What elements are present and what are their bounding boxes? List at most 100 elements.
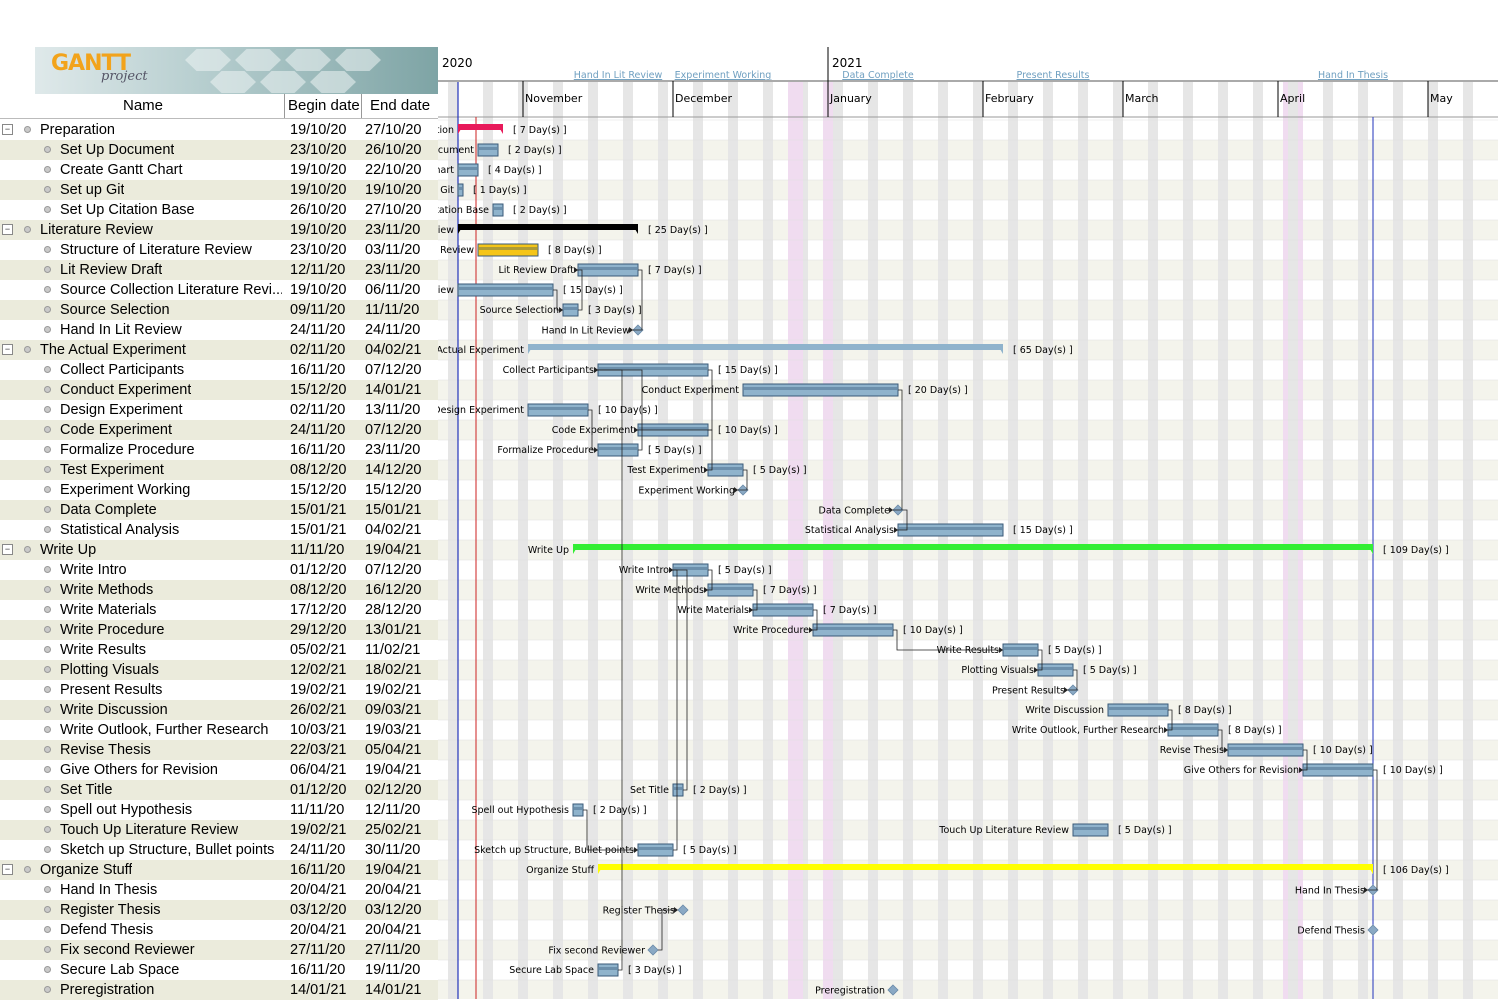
task-row[interactable]: Revise Thesis 22/03/21 05/04/21 — [0, 740, 438, 760]
task-name[interactable]: Structure of Literature Review — [60, 242, 252, 258]
task-name[interactable]: Secure Lab Space — [60, 962, 179, 978]
task-name[interactable]: Conduct Experiment — [60, 382, 191, 398]
task-row[interactable]: Touch Up Literature Review 19/02/21 25/02/… — [0, 820, 438, 840]
task-begin-date[interactable]: 22/03/21 — [290, 742, 346, 758]
task-name[interactable]: Formalize Procedure — [60, 442, 195, 458]
task-begin-date[interactable]: 26/10/20 — [290, 202, 346, 218]
task-begin-date[interactable]: 24/11/20 — [290, 842, 345, 858]
task-end-date[interactable]: 19/04/21 — [365, 542, 421, 558]
task-name[interactable]: Sketch up Structure, Bullet points — [60, 842, 274, 858]
task-name[interactable]: Set up Git — [60, 182, 124, 198]
task-end-date[interactable]: 03/12/20 — [365, 902, 421, 918]
task-row[interactable]: Fix second Reviewer 27/11/20 27/11/20 — [0, 940, 438, 960]
task-begin-date[interactable]: 16/11/20 — [290, 862, 345, 878]
task-begin-date[interactable]: 27/11/20 — [290, 942, 345, 958]
task-name[interactable]: Write Methods — [60, 582, 153, 598]
task-end-date[interactable]: 07/12/20 — [365, 562, 421, 578]
task-end-date[interactable]: 15/01/21 — [365, 502, 421, 518]
task-name[interactable]: Give Others for Revision — [60, 762, 218, 778]
task-begin-date[interactable]: 08/12/20 — [290, 582, 346, 598]
task-row[interactable]: Write Outlook, Further Research 10/03/21 1… — [0, 720, 438, 740]
task-end-date[interactable]: 04/02/21 — [365, 342, 421, 358]
task-row[interactable]: Structure of Literature Review 23/10/20 03… — [0, 240, 438, 260]
task-end-date[interactable]: 13/11/20 — [365, 402, 420, 418]
task-end-date[interactable]: 11/02/21 — [365, 642, 420, 658]
task-begin-date[interactable]: 19/10/20 — [290, 282, 346, 298]
task-end-date[interactable]: 23/11/20 — [365, 262, 420, 278]
task-begin-date[interactable]: 16/11/20 — [290, 962, 345, 978]
task-name[interactable]: Write Materials — [60, 602, 156, 618]
task-end-date[interactable]: 27/10/20 — [365, 122, 421, 138]
task-begin-date[interactable]: 09/11/20 — [290, 302, 345, 318]
task-name[interactable]: Revise Thesis — [60, 742, 151, 758]
task-begin-date[interactable]: 23/10/20 — [290, 142, 346, 158]
task-row[interactable]: Give Others for Revision 06/04/21 19/04/21 — [0, 760, 438, 780]
task-name[interactable]: Hand In Thesis — [60, 882, 157, 898]
task-name[interactable]: Literature Review — [40, 222, 153, 238]
task-end-date[interactable]: 23/11/20 — [365, 222, 420, 238]
task-end-date[interactable]: 07/12/20 — [365, 422, 421, 438]
task-begin-date[interactable]: 16/11/20 — [290, 442, 345, 458]
task-name[interactable]: Collect Participants — [60, 362, 184, 378]
task-begin-date[interactable]: 24/11/20 — [290, 322, 345, 338]
task-end-date[interactable]: 19/04/21 — [365, 762, 421, 778]
task-begin-date[interactable]: 19/10/20 — [290, 182, 346, 198]
task-begin-date[interactable]: 11/11/20 — [290, 542, 344, 558]
task-end-date[interactable]: 22/10/20 — [365, 162, 421, 178]
task-name[interactable]: Statistical Analysis — [60, 522, 179, 538]
task-row[interactable]: Plotting Visuals 12/02/21 18/02/21 — [0, 660, 438, 680]
task-row[interactable]: Register Thesis 03/12/20 03/12/20 — [0, 900, 438, 920]
collapse-toggle-icon[interactable]: − — [2, 544, 13, 555]
task-end-date[interactable]: 19/10/20 — [365, 182, 421, 198]
task-name[interactable]: Test Experiment — [60, 462, 164, 478]
task-begin-date[interactable]: 11/11/20 — [290, 802, 344, 818]
task-name[interactable]: Create Gantt Chart — [60, 162, 183, 178]
task-name[interactable]: Preparation — [40, 122, 115, 138]
task-begin-date[interactable]: 15/12/20 — [290, 382, 346, 398]
task-end-date[interactable]: 09/03/21 — [365, 702, 421, 718]
task-row[interactable]: Test Experiment 08/12/20 14/12/20 — [0, 460, 438, 480]
task-begin-date[interactable]: 05/02/21 — [290, 642, 346, 658]
task-end-date[interactable]: 15/12/20 — [365, 482, 421, 498]
task-end-date[interactable]: 28/12/20 — [365, 602, 421, 618]
task-begin-date[interactable]: 01/12/20 — [290, 562, 346, 578]
collapse-toggle-icon[interactable]: − — [2, 344, 13, 355]
task-begin-date[interactable]: 23/10/20 — [290, 242, 346, 258]
task-begin-date[interactable]: 14/01/21 — [290, 982, 346, 998]
task-name[interactable]: Design Experiment — [60, 402, 183, 418]
column-header-end-date[interactable]: End date — [370, 97, 430, 114]
task-name[interactable]: Write Outlook, Further Research — [60, 722, 268, 738]
task-end-date[interactable]: 20/04/21 — [365, 922, 421, 938]
task-begin-date[interactable]: 02/11/20 — [290, 402, 345, 418]
task-row[interactable]: Collect Participants 16/11/20 07/12/20 — [0, 360, 438, 380]
task-row[interactable]: Set up Git 19/10/20 19/10/20 — [0, 180, 438, 200]
task-end-date[interactable]: 27/10/20 — [365, 202, 421, 218]
task-name[interactable]: Code Experiment — [60, 422, 172, 438]
task-row[interactable]: Experiment Working 15/12/20 15/12/20 — [0, 480, 438, 500]
task-end-date[interactable]: 24/11/20 — [365, 322, 420, 338]
task-begin-date[interactable]: 15/12/20 — [290, 482, 346, 498]
task-name[interactable]: Write Procedure — [60, 622, 165, 638]
task-row[interactable]: Formalize Procedure 16/11/20 23/11/20 — [0, 440, 438, 460]
task-begin-date[interactable]: 20/04/21 — [290, 882, 346, 898]
task-name[interactable]: Data Complete — [60, 502, 157, 518]
task-name[interactable]: The Actual Experiment — [40, 342, 186, 358]
task-group-row[interactable]: − Literature Review 19/10/20 23/11/20 — [0, 220, 438, 240]
task-begin-date[interactable]: 06/04/21 — [290, 762, 346, 778]
task-end-date[interactable]: 07/12/20 — [365, 362, 421, 378]
task-row[interactable]: Write Results 05/02/21 11/02/21 — [0, 640, 438, 660]
task-begin-date[interactable]: 03/12/20 — [290, 902, 346, 918]
task-end-date[interactable]: 03/11/20 — [365, 242, 420, 258]
task-group-row[interactable]: − Write Up 11/11/20 19/04/21 — [0, 540, 438, 560]
collapse-toggle-icon[interactable]: − — [2, 224, 13, 235]
task-end-date[interactable]: 23/11/20 — [365, 442, 420, 458]
task-row[interactable]: Set Up Document 23/10/20 26/10/20 — [0, 140, 438, 160]
task-row[interactable]: Design Experiment 02/11/20 13/11/20 — [0, 400, 438, 420]
task-begin-date[interactable]: 15/01/21 — [290, 502, 346, 518]
task-row[interactable]: Write Materials 17/12/20 28/12/20 — [0, 600, 438, 620]
task-end-date[interactable]: 19/04/21 — [365, 862, 421, 878]
task-begin-date[interactable]: 01/12/20 — [290, 782, 346, 798]
task-row[interactable]: Hand In Thesis 20/04/21 20/04/21 — [0, 880, 438, 900]
task-row[interactable]: Conduct Experiment 15/12/20 14/01/21 — [0, 380, 438, 400]
column-header-begin-date[interactable]: Begin date — [288, 97, 360, 114]
